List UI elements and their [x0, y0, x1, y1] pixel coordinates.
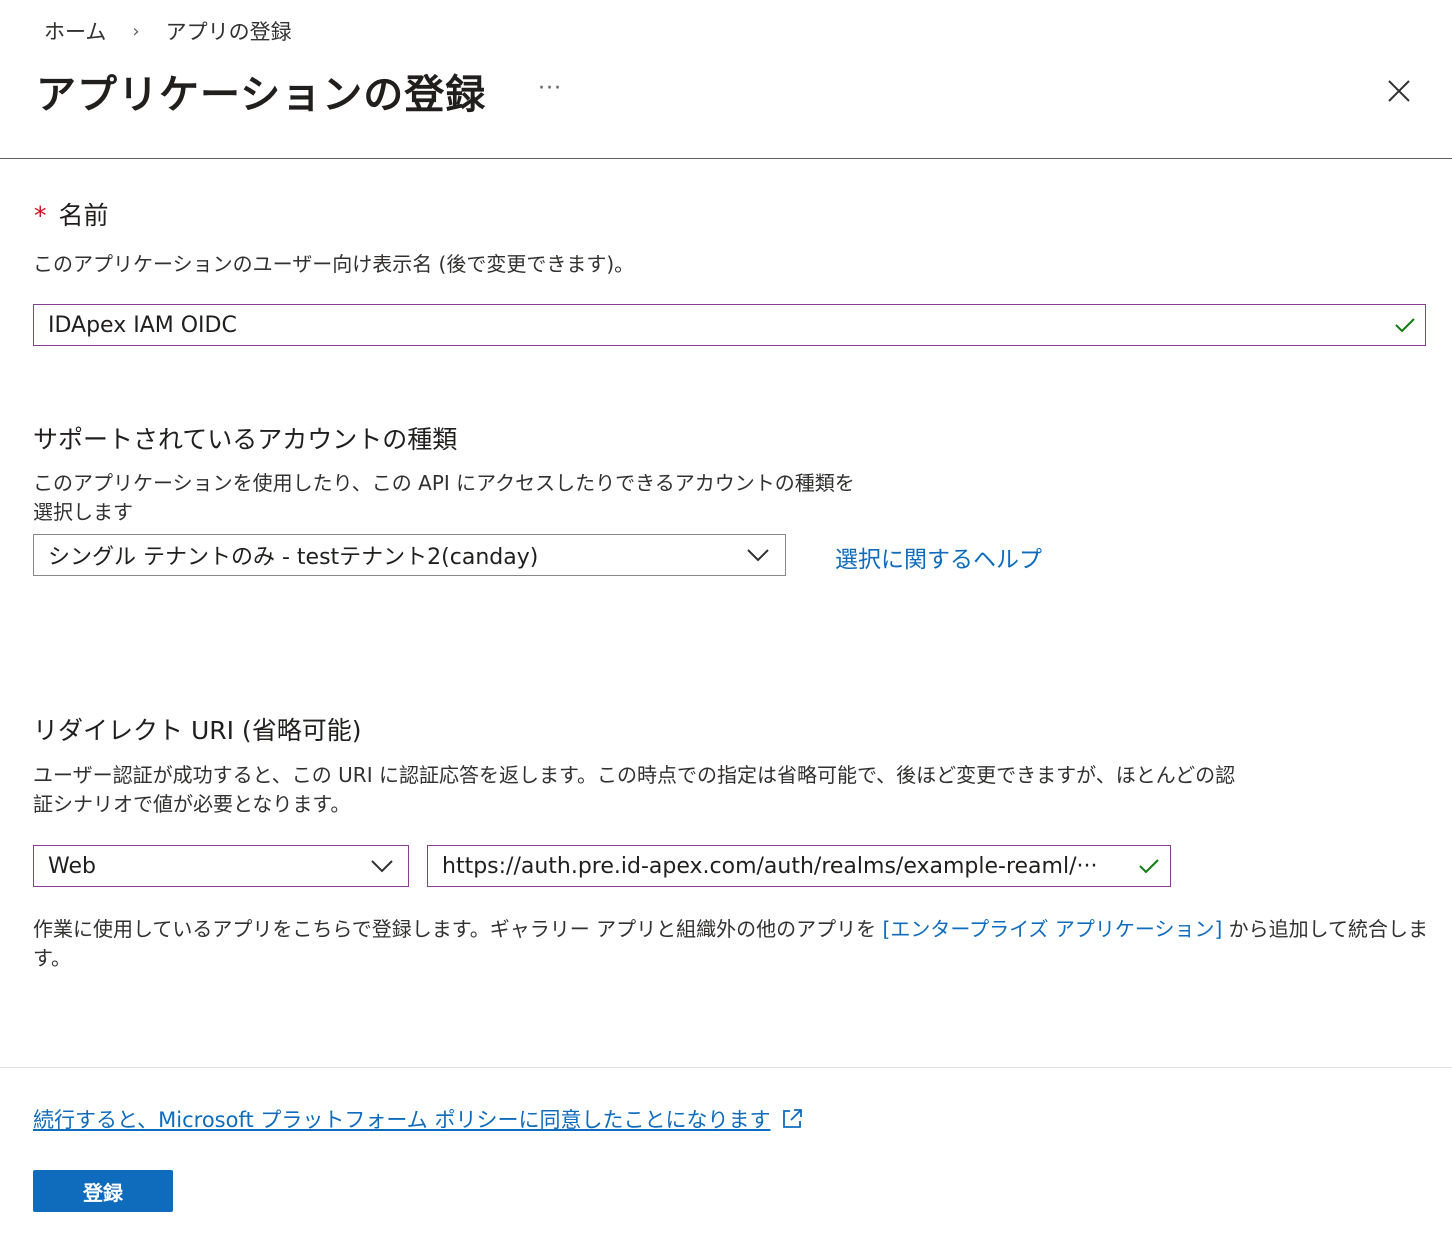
breadcrumb: ホーム › アプリの登録	[44, 16, 292, 46]
name-label-text: 名前	[58, 201, 109, 230]
account-types-description-line1: このアプリケーションを使用したり、この API にアクセスしたりできるアカウント…	[33, 471, 855, 495]
enterprise-applications-link[interactable]: [エンタープライズ アプリケーション]	[883, 917, 1223, 941]
account-types-description-line2: 選択します	[33, 500, 133, 524]
name-label: * 名前	[34, 196, 109, 232]
register-button[interactable]: 登録	[33, 1170, 173, 1212]
breadcrumb-separator: ›	[132, 20, 140, 42]
redirect-uri-description-line1: ユーザー認証が成功すると、この URI に認証応答を返します。この時点での指定は…	[33, 763, 1236, 787]
chevron-down-icon	[371, 860, 393, 873]
uri-valid-check-icon	[1139, 859, 1159, 874]
account-type-select[interactable]: シングル テナントのみ - testテナント2(canday)	[33, 534, 786, 576]
chevron-down-icon	[747, 549, 769, 562]
more-options-icon[interactable]: ···	[538, 76, 562, 101]
page-title: アプリケーションの登録	[36, 72, 487, 118]
redirect-uri-description: ユーザー認証が成功すると、この URI に認証応答を返します。この時点での指定は…	[33, 761, 1235, 819]
name-input[interactable]: IDApex IAM OIDC	[33, 304, 1426, 346]
enterprise-note-before: 作業に使用しているアプリをこちらで登録します。ギャラリー アプリと組織外の他のア…	[33, 917, 883, 941]
redirect-uri-title: リダイレクト URI (省略可能)	[33, 716, 362, 745]
redirect-uri-input-value: https://auth.pre.id-apex.com/auth/realms…	[442, 853, 1098, 879]
platform-select[interactable]: Web	[33, 845, 409, 887]
enterprise-note: 作業に使用しているアプリをこちらで登録します。ギャラリー アプリと組織外の他のア…	[33, 915, 1452, 973]
account-types-description: このアプリケーションを使用したり、この API にアクセスしたりできるアカウント…	[33, 469, 855, 527]
account-type-help-link[interactable]: 選択に関するヘルプ	[835, 540, 1042, 574]
external-link-icon	[783, 1109, 803, 1128]
platform-policy-link[interactable]: 続行すると、Microsoft プラットフォーム ポリシーに同意したことになりま…	[33, 1104, 804, 1134]
account-type-selected-value: シングル テナントのみ - testテナント2(canday)	[48, 545, 539, 570]
header-divider	[0, 158, 1452, 159]
close-icon[interactable]	[1384, 76, 1414, 106]
name-valid-check-icon	[1395, 318, 1415, 333]
name-description: このアプリケーションのユーザー向け表示名 (後で変更できます)。	[33, 252, 635, 276]
account-types-title: サポートされているアカウントの種類	[33, 425, 458, 454]
name-input-value: IDApex IAM OIDC	[48, 312, 237, 338]
platform-selected-value: Web	[48, 853, 96, 879]
required-mark: *	[34, 201, 47, 230]
footer-divider	[0, 1067, 1452, 1068]
breadcrumb-home-link[interactable]: ホーム	[44, 16, 106, 46]
redirect-uri-input[interactable]: https://auth.pre.id-apex.com/auth/realms…	[427, 845, 1171, 887]
platform-policy-text: 続行すると、Microsoft プラットフォーム ポリシーに同意したことになりま…	[33, 1108, 771, 1132]
breadcrumb-current-link[interactable]: アプリの登録	[166, 16, 292, 46]
redirect-uri-description-line2: 証シナリオで値が必要となります。	[33, 792, 351, 816]
